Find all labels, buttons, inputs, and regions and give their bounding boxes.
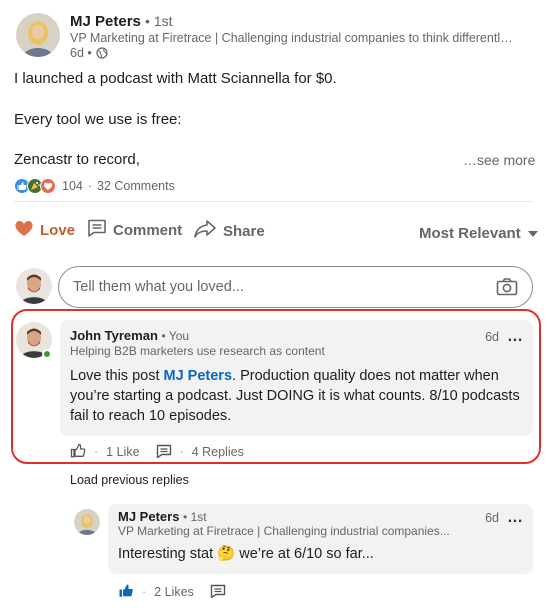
reply-icon[interactable] bbox=[210, 584, 226, 601]
post-text-line: Zencastr to record, bbox=[14, 151, 140, 168]
sort-label: Most Relevant bbox=[419, 225, 521, 242]
reply-actions: · 2 Likes bbox=[118, 583, 226, 601]
commenter-name[interactable]: John Tyreman • You bbox=[70, 328, 189, 343]
reply-icon[interactable] bbox=[156, 444, 172, 461]
heart-icon bbox=[14, 219, 34, 241]
reply-text: Interesting stat 🤔 we’re at 6/10 so far.… bbox=[118, 546, 374, 562]
comment-icon bbox=[87, 219, 107, 241]
share-button[interactable]: Share bbox=[193, 219, 265, 243]
caret-down-icon bbox=[527, 225, 539, 242]
comment-bubble: John Tyreman • You 6d … Helping B2B mark… bbox=[60, 320, 533, 436]
author-avatar[interactable] bbox=[16, 13, 60, 57]
online-status-dot bbox=[42, 349, 52, 359]
like-count[interactable]: 1 Like bbox=[106, 445, 139, 459]
post-meta: 6d • bbox=[70, 46, 108, 60]
reply-author-relation: • 1st bbox=[183, 510, 207, 524]
separator: · bbox=[179, 445, 184, 459]
separator: · bbox=[87, 179, 93, 193]
reply-meta: 6d … bbox=[485, 509, 523, 527]
share-icon bbox=[193, 219, 217, 243]
comment-input[interactable]: Tell them what you loved... bbox=[58, 266, 533, 308]
comments-count[interactable]: 32 Comments bbox=[97, 179, 175, 193]
camera-icon[interactable] bbox=[496, 277, 518, 301]
post-text-line: I launched a podcast with Matt Sciannell… bbox=[14, 70, 337, 87]
mention-link[interactable]: MJ Peters bbox=[164, 368, 233, 384]
commenter-headline: Helping B2B marketers use research as co… bbox=[70, 344, 325, 358]
share-label: Share bbox=[223, 222, 265, 240]
reply-time: 6d bbox=[485, 511, 499, 525]
like-count[interactable]: 2 Likes bbox=[154, 585, 194, 599]
more-options-icon[interactable]: … bbox=[507, 328, 523, 346]
like-filled-icon[interactable] bbox=[118, 583, 134, 601]
author-name-text[interactable]: MJ Peters bbox=[70, 13, 141, 30]
separator: · bbox=[94, 445, 99, 459]
reply-author-headline: VP Marketing at Firetrace | Challenging … bbox=[118, 524, 450, 538]
reply-author-name-text[interactable]: MJ Peters bbox=[118, 509, 179, 524]
connection-degree: • 1st bbox=[145, 13, 173, 29]
love-button[interactable]: Love bbox=[14, 219, 75, 241]
reply-author-avatar[interactable] bbox=[74, 509, 100, 535]
divider bbox=[14, 201, 533, 202]
globe-icon bbox=[96, 47, 108, 59]
reactions-summary[interactable]: 104 · 32 Comments bbox=[14, 178, 175, 194]
reaction-count[interactable]: 104 bbox=[62, 179, 83, 193]
author-name[interactable]: MJ Peters • 1st bbox=[70, 13, 173, 30]
author-headline: VP Marketing at Firetrace | Challenging … bbox=[70, 31, 513, 45]
comment-input-placeholder: Tell them what you loved... bbox=[73, 279, 244, 295]
post-text-line: Every tool we use is free: bbox=[14, 111, 182, 128]
user-avatar[interactable] bbox=[16, 268, 52, 304]
replies-count[interactable]: 4 Replies bbox=[192, 445, 244, 459]
reply-author-name[interactable]: MJ Peters • 1st bbox=[118, 509, 207, 524]
commenter-relation: • You bbox=[161, 329, 190, 343]
sort-dropdown[interactable]: Most Relevant bbox=[419, 225, 539, 242]
comment-actions: · 1 Like · 4 Replies bbox=[70, 443, 244, 461]
comment-time: 6d bbox=[485, 330, 499, 344]
commenter-name-text[interactable]: John Tyreman bbox=[70, 328, 158, 343]
separator: · bbox=[142, 585, 147, 599]
comment-button[interactable]: Comment bbox=[87, 219, 182, 241]
comment-label: Comment bbox=[113, 221, 183, 239]
post-age: 6d • bbox=[70, 46, 92, 60]
comment-meta: 6d … bbox=[485, 328, 523, 346]
comment-text-part: Love this post bbox=[70, 368, 164, 384]
love-reaction-icon bbox=[40, 178, 56, 194]
comment-text: Love this post MJ Peters. Production qua… bbox=[70, 366, 522, 426]
reply-bubble: MJ Peters • 1st 6d … VP Marketing at Fir… bbox=[108, 504, 533, 574]
love-label: Love bbox=[40, 221, 76, 239]
see-more-link[interactable]: …see more bbox=[463, 152, 535, 168]
more-options-icon[interactable]: … bbox=[507, 509, 523, 527]
like-icon[interactable] bbox=[70, 443, 86, 461]
load-previous-replies[interactable]: Load previous replies bbox=[70, 473, 189, 487]
